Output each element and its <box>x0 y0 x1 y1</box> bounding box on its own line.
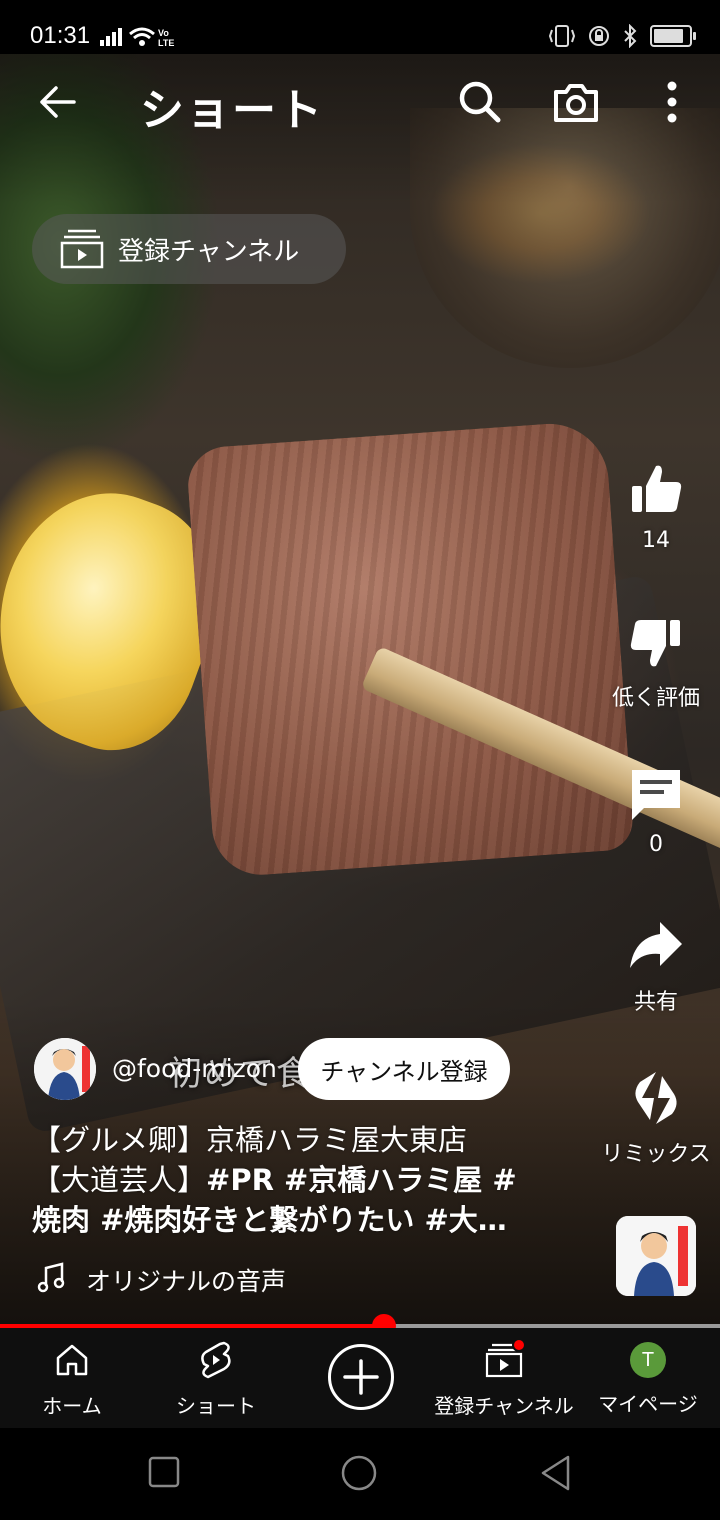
video-meat <box>185 419 635 879</box>
subscriptions-chip[interactable]: 登録チャンネル <box>32 214 346 284</box>
shorts-icon <box>201 1341 231 1379</box>
channel-avatar-illustration <box>34 1038 96 1100</box>
home-icon <box>56 1344 88 1376</box>
comment-icon <box>632 770 680 820</box>
music-note-icon <box>37 1262 65 1293</box>
system-navigation-bar <box>0 1428 720 1520</box>
channel-handle[interactable]: @food-mizon <box>112 1054 277 1083</box>
search-icon[interactable] <box>456 78 504 126</box>
status-bar: 01:31 Vo LTE <box>0 0 720 54</box>
audio-label[interactable]: オリジナルの音声 <box>86 1262 286 1298</box>
subscriptions-icon <box>485 1338 526 1378</box>
notification-dot <box>512 1338 526 1352</box>
share-icon <box>630 922 682 968</box>
nav-me-label: マイページ <box>598 1392 698 1416</box>
status-time: 01:31 <box>30 22 91 49</box>
recent-apps-icon[interactable] <box>148 1456 180 1488</box>
remix-button[interactable]: リミックス <box>596 1068 716 1168</box>
nav-shorts[interactable]: ショート <box>144 1340 288 1419</box>
home-circle-icon[interactable] <box>340 1454 378 1492</box>
caption-line-1: 【グルメ卿】京橋ハラミ屋大東店 <box>32 1123 468 1157</box>
thumbs-down-icon <box>630 620 680 667</box>
caption-hashtag-yakiniku: 焼肉 <box>32 1203 91 1237</box>
like-count: 14 <box>642 528 670 553</box>
thumbs-up-icon <box>632 465 682 512</box>
lock-rotation-icon <box>589 26 609 46</box>
video-caption[interactable]: 【グルメ卿】京橋ハラミ屋大東店 【大道芸人】#PR #京橋ハラミ屋 # 焼肉 #… <box>32 1120 552 1240</box>
dislike-button[interactable]: 低く評価 <box>596 612 716 712</box>
subscriptions-chip-label: 登録チャンネル <box>118 236 300 267</box>
remix-icon <box>635 1072 677 1124</box>
caption-hashtags-1: #PR #京橋ハラミ屋 # <box>206 1163 517 1197</box>
account-avatar: T <box>628 1342 668 1382</box>
svg-text:LTE: LTE <box>158 38 174 48</box>
account-avatar-initial: T <box>630 1342 666 1378</box>
bottom-navigation: ホーム ショート 登録チャンネル T マイページ <box>0 1328 720 1428</box>
nav-subscriptions-label: 登録チャンネル <box>434 1394 574 1418</box>
more-options-icon[interactable] <box>648 78 696 126</box>
share-button[interactable]: 共有 <box>596 916 716 1016</box>
back-triangle-icon[interactable] <box>538 1454 574 1492</box>
camera-icon[interactable] <box>552 78 600 126</box>
top-scrim <box>0 54 720 204</box>
back-arrow-icon[interactable] <box>36 80 80 124</box>
nav-me[interactable]: T マイページ <box>576 1340 720 1417</box>
remix-label: リミックス <box>601 1142 711 1167</box>
comment-count: 0 <box>649 832 663 857</box>
nav-shorts-label: ショート <box>176 1394 256 1418</box>
comments-button[interactable]: 0 <box>596 764 716 857</box>
caption-line-2-text: 【大道芸人】 <box>32 1163 207 1197</box>
sound-thumbnail[interactable] <box>616 1216 696 1296</box>
subscribe-button[interactable]: チャンネル登録 <box>298 1038 510 1100</box>
share-label: 共有 <box>633 990 678 1015</box>
caption-hashtags-2: #焼肉好きと繋がりたい #大… <box>90 1203 507 1237</box>
like-button[interactable]: 14 <box>596 460 716 553</box>
sound-thumbnail-illustration <box>616 1216 696 1296</box>
dislike-label: 低く評価 <box>611 686 700 711</box>
create-button[interactable] <box>328 1344 394 1410</box>
subscriptions-icon <box>60 229 104 269</box>
svg-text:Vo: Vo <box>158 28 169 38</box>
battery-icon <box>650 25 696 47</box>
nav-home[interactable]: ホーム <box>0 1340 144 1419</box>
caption-line-3: 焼肉 #焼肉好きと繋がりたい #大… <box>32 1200 552 1240</box>
plus-icon <box>343 1359 379 1395</box>
nav-home-label: ホーム <box>42 1394 102 1418</box>
bluetooth-icon <box>624 24 637 48</box>
caption-line-2: 【大道芸人】#PR #京橋ハラミ屋 # <box>32 1160 552 1200</box>
nav-subscriptions[interactable]: 登録チャンネル <box>432 1338 576 1419</box>
channel-avatar[interactable] <box>34 1038 96 1100</box>
signal-wifi-icon: Vo LTE <box>100 27 174 48</box>
vibrate-icon <box>548 25 576 47</box>
page-title: ショート <box>140 85 324 136</box>
